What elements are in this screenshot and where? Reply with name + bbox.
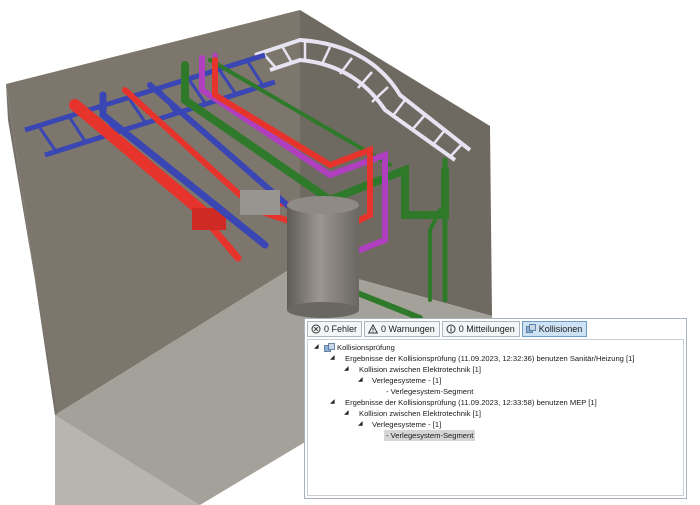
collisions-filter-button[interactable]: Kollisionen [521, 321, 588, 337]
warnings-filter-label: 0 Warnungen [381, 324, 435, 334]
grey-fitting [240, 190, 280, 215]
tree-root-label[interactable]: Kollisionsprüfung [337, 342, 395, 353]
tree-result-2-segment[interactable]: - Verlegesystem-Segment [384, 430, 476, 441]
errors-filter-button[interactable]: 0 Fehler [307, 321, 363, 337]
warning-triangle-icon [368, 324, 379, 334]
info-circle-icon [446, 324, 456, 334]
messages-filter-button[interactable]: 0 Mitteilungen [441, 321, 520, 337]
expand-triangle-icon[interactable]: ◢ [344, 364, 349, 375]
expand-triangle-icon[interactable]: ◢ [358, 375, 363, 386]
expand-triangle-icon[interactable]: ◢ [344, 408, 349, 419]
expand-triangle-icon[interactable]: ◢ [330, 353, 335, 364]
tank [287, 196, 359, 318]
panel-toolbar: 0 Fehler 0 Warnungen 0 Mitteilungen Koll… [307, 321, 588, 337]
tree-result-1-collision[interactable]: Kollision zwischen Elektrotechnik [1] [359, 364, 481, 375]
tree-result-2-collision[interactable]: Kollision zwischen Elektrotechnik [1] [359, 408, 481, 419]
messages-filter-label: 0 Mitteilungen [458, 324, 515, 334]
expand-triangle-icon[interactable]: ◢ [330, 397, 335, 408]
tree-result-1-segment[interactable]: - Verlegesystem-Segment [386, 386, 473, 397]
results-tree: ◢ Kollisionsprüfung ◢ Ergebnisse der Kol… [307, 339, 684, 496]
collision-check-icon [525, 324, 536, 333]
expand-triangle-icon[interactable]: ◢ [358, 419, 363, 430]
errors-filter-label: 0 Fehler [324, 324, 358, 334]
collision-check-icon [324, 343, 335, 352]
tree-result-2[interactable]: Ergebnisse der Kollisionsprüfung (11.09.… [345, 397, 597, 408]
error-circle-icon [311, 324, 321, 334]
collision-panel: 0 Fehler 0 Warnungen 0 Mitteilungen Koll… [304, 318, 687, 499]
tree-result-1[interactable]: Ergebnisse der Kollisionsprüfung (11.09.… [345, 353, 634, 364]
collisions-filter-label: Kollisionen [538, 324, 583, 334]
tree-result-1-systems[interactable]: Verlegesysteme - [1] [372, 375, 441, 386]
tree-result-2-systems[interactable]: Verlegesysteme - [1] [372, 419, 441, 430]
warnings-filter-button[interactable]: 0 Warnungen [364, 321, 440, 337]
expand-triangle-icon[interactable]: ◢ [314, 342, 319, 353]
